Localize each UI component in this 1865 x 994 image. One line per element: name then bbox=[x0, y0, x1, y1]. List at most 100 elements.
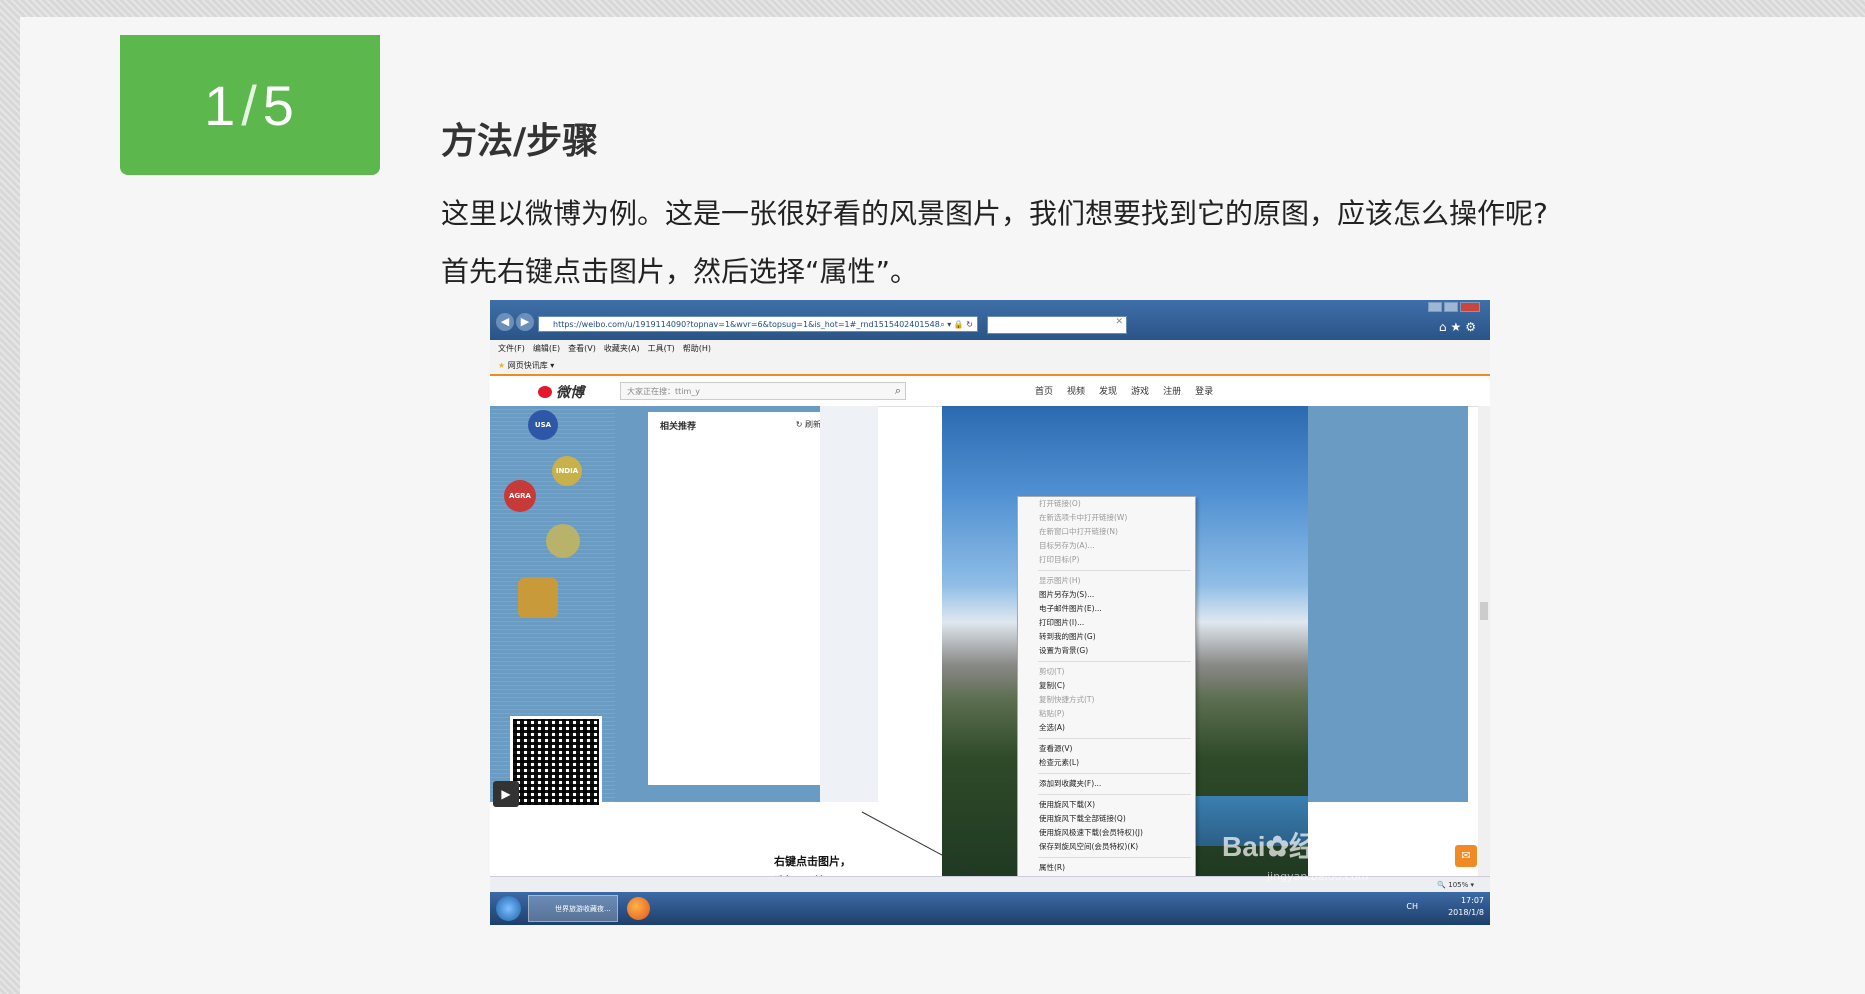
context-menu-item[interactable]: 转到我的图片(G) bbox=[1018, 630, 1195, 644]
qr-code bbox=[510, 716, 602, 808]
context-menu-item[interactable]: 设置为背景(G) bbox=[1018, 644, 1195, 658]
context-menu-item[interactable]: 显示图片(H) bbox=[1018, 574, 1195, 588]
weibo-nav-item[interactable]: 视频 bbox=[1067, 387, 1085, 397]
step-badge: 1/5 bbox=[120, 35, 380, 175]
step-text-2: 首先右键点击图片，然后选择“属性”。 bbox=[441, 255, 919, 288]
favorites-bar: ★ 网页快讯库 ▾ bbox=[490, 358, 1490, 374]
play-icon[interactable]: ▶ bbox=[493, 781, 519, 807]
weibo-page: 微博 大家正在搜：ttim_y ⌕ 首页 视频 发现 游戏 注册 登录 USA INDIA… bbox=[490, 374, 1490, 902]
context-menu-item[interactable]: 保存到旋风空间(会员特权)(K) bbox=[1018, 840, 1195, 854]
context-menu-item[interactable]: 在新窗口中打开链接(N) bbox=[1018, 525, 1195, 539]
favorites-icon[interactable]: ★ bbox=[498, 361, 505, 370]
menu-item[interactable]: 帮助(H) bbox=[683, 344, 711, 353]
related-title: 相关推荐 bbox=[660, 422, 697, 432]
globe-sticker bbox=[546, 524, 580, 558]
firefox-icon[interactable] bbox=[627, 897, 650, 920]
home-icon[interactable]: ⌂ bbox=[1439, 320, 1451, 334]
weibo-eye-icon bbox=[538, 386, 552, 398]
chat-icon[interactable]: ✉ bbox=[1455, 845, 1477, 867]
context-menu-item[interactable]: 打印目标(P) bbox=[1018, 553, 1195, 567]
browser-tools: ⌂★⚙ bbox=[1439, 320, 1480, 334]
address-tools-icon[interactable]: ⌕ ▾ 🔒 ↻ bbox=[940, 317, 973, 331]
context-menu-item[interactable]: 粘贴(P) bbox=[1018, 707, 1195, 721]
system-clock[interactable]: 17:07 2018/1/8 bbox=[1448, 895, 1484, 919]
menu-item[interactable]: 查看(V) bbox=[568, 344, 596, 353]
tab-close-icon[interactable]: ✕ bbox=[1115, 317, 1123, 327]
context-menu-item[interactable]: 打印图片(I)... bbox=[1018, 616, 1195, 630]
context-menu-item[interactable]: 目标另存为(A)... bbox=[1018, 539, 1195, 553]
search-placeholder: 大家正在搜：ttim_y bbox=[627, 387, 701, 396]
context-menu-item[interactable]: 检查元素(L) bbox=[1018, 756, 1195, 770]
taskbar-ie-window[interactable]: 世界旅游收藏夜... bbox=[528, 895, 618, 922]
start-button-icon[interactable] bbox=[496, 896, 521, 921]
address-bar[interactable]: https://weibo.com/u/1919114090?topnav=1&… bbox=[538, 316, 978, 332]
forward-icon[interactable]: ▶ bbox=[516, 313, 534, 331]
taj-mahal-sticker bbox=[518, 578, 558, 618]
context-menu-item[interactable]: 复制快捷方式(T) bbox=[1018, 693, 1195, 707]
watermark-url: jingyan.baidu.com bbox=[1267, 870, 1369, 883]
step-text-1: 这里以微博为例。这是一张很好看的风景图片，我们想要找到它的原图，应该怎么操作呢? bbox=[441, 197, 1548, 230]
weibo-logo[interactable]: 微博 bbox=[538, 382, 584, 402]
menu-item[interactable]: 收藏夹(A) bbox=[604, 344, 640, 353]
paw-icon: ✿ bbox=[1265, 831, 1290, 862]
windows-taskbar: 世界旅游收藏夜... CH 17:07 2018/1/8 bbox=[490, 892, 1490, 925]
context-menu-item[interactable]: 使用旋风下载全部链接(Q) bbox=[1018, 812, 1195, 826]
right-background bbox=[1308, 406, 1468, 802]
baidu-watermark: Bai✿经验 bbox=[1222, 831, 1346, 862]
context-menu-separator bbox=[1038, 857, 1191, 858]
menu-item[interactable]: 工具(T) bbox=[648, 344, 675, 353]
gear-icon[interactable]: ⚙ bbox=[1465, 320, 1480, 334]
refresh-button[interactable]: ↻ 刷新 bbox=[796, 419, 821, 430]
favorites-star-icon[interactable]: ★ bbox=[1450, 320, 1465, 334]
context-menu-item[interactable]: 使用旋风下载(X) bbox=[1018, 798, 1195, 812]
refresh-icon: ↻ bbox=[795, 420, 805, 429]
input-language[interactable]: CH bbox=[1406, 902, 1418, 911]
weibo-nav-item[interactable]: 注册 bbox=[1163, 387, 1181, 397]
scrollbar-thumb[interactable] bbox=[1480, 602, 1488, 620]
context-menu-item[interactable]: 在新选项卡中打开链接(W) bbox=[1018, 511, 1195, 525]
context-menu-item[interactable]: 剪切(T) bbox=[1018, 665, 1195, 679]
callout-line-1: 右键点击图片， bbox=[774, 855, 851, 868]
context-menu-item[interactable]: 电子邮件图片(E)... bbox=[1018, 602, 1195, 616]
weibo-nav-item[interactable]: 游戏 bbox=[1131, 387, 1149, 397]
context-menu-separator bbox=[1038, 570, 1191, 571]
menu-item[interactable]: 文件(F) bbox=[498, 344, 525, 353]
related-panel: 相关推荐 ↻ 刷新 bbox=[648, 412, 833, 785]
context-menu-separator bbox=[1038, 794, 1191, 795]
close-icon[interactable] bbox=[1460, 302, 1480, 312]
menu-item[interactable]: 编辑(E) bbox=[533, 344, 560, 353]
section-title: 方法/步骤 bbox=[441, 121, 599, 162]
weibo-nav-item[interactable]: 发现 bbox=[1099, 387, 1117, 397]
menu-bar: 文件(F) 编辑(E) 查看(V) 收藏夹(A) 工具(T) 帮助(H) bbox=[490, 340, 1490, 358]
usa-sticker: USA bbox=[528, 410, 558, 440]
weibo-nav-item[interactable]: 登录 bbox=[1195, 387, 1213, 397]
india-sticker: INDIA bbox=[552, 456, 582, 486]
context-menu-item[interactable]: 全选(A) bbox=[1018, 721, 1195, 735]
step-total: 5 bbox=[262, 73, 296, 137]
step-current: 1 bbox=[204, 73, 238, 137]
window-controls bbox=[1428, 302, 1480, 312]
browser-screenshot: ◀ ▶ https://weibo.com/u/1919114090?topna… bbox=[490, 300, 1490, 925]
web-slice-link[interactable]: 网页快讯库 ▾ bbox=[508, 361, 555, 370]
context-menu-item[interactable]: 属性(R) bbox=[1018, 861, 1195, 875]
browser-titlebar: ◀ ▶ https://weibo.com/u/1919114090?topna… bbox=[490, 300, 1490, 340]
context-menu-item[interactable]: 复制(C) bbox=[1018, 679, 1195, 693]
context-menu-item[interactable]: 打开链接(O) bbox=[1018, 497, 1195, 511]
back-icon[interactable]: ◀ bbox=[496, 313, 514, 331]
search-icon[interactable]: ⌕ bbox=[895, 382, 901, 400]
content-gap bbox=[820, 406, 878, 802]
page-scrollbar[interactable] bbox=[1478, 406, 1490, 878]
zoom-level[interactable]: 🔍 105% ▾ bbox=[1437, 877, 1474, 893]
context-menu-item[interactable]: 使用旋风极速下载(会员特权)(J) bbox=[1018, 826, 1195, 840]
agra-sticker: AGRA bbox=[504, 480, 536, 512]
context-menu-item[interactable]: 添加到收藏夹(F)... bbox=[1018, 777, 1195, 791]
browser-tab[interactable]: ✕ bbox=[987, 316, 1127, 334]
weibo-search-input[interactable]: 大家正在搜：ttim_y ⌕ bbox=[620, 382, 906, 400]
context-menu-item[interactable]: 图片另存为(S)... bbox=[1018, 588, 1195, 602]
context-menu-item[interactable]: 查看源(V) bbox=[1018, 742, 1195, 756]
minimize-icon[interactable] bbox=[1428, 302, 1442, 312]
weibo-nav: 首页 视频 发现 游戏 注册 登录 bbox=[1035, 384, 1227, 397]
maximize-icon[interactable] bbox=[1444, 302, 1458, 312]
step-separator: / bbox=[241, 73, 259, 137]
weibo-nav-item[interactable]: 首页 bbox=[1035, 387, 1053, 397]
